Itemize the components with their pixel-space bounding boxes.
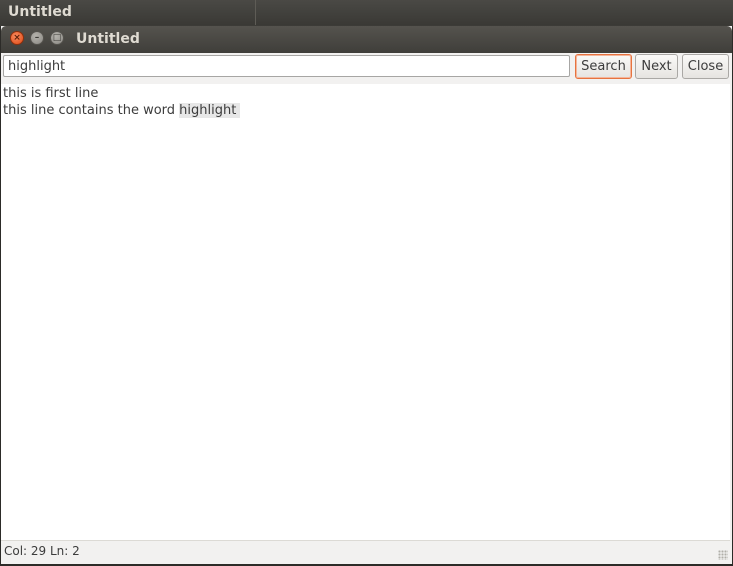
resize-grip-icon[interactable] xyxy=(718,550,728,560)
close-icon[interactable]: × xyxy=(10,31,24,45)
search-button[interactable]: Search xyxy=(575,54,632,79)
desktop-top-panel: Untitled xyxy=(0,0,733,25)
window-title: Untitled xyxy=(76,31,140,47)
window-titlebar[interactable]: × – □ Untitled xyxy=(1,26,732,53)
desktop-window-title: Untitled xyxy=(8,4,72,20)
status-bar: Col: 29 Ln: 2 xyxy=(1,540,730,562)
editor-window: × – □ Untitled Search Next Close this is… xyxy=(0,26,733,566)
search-input[interactable] xyxy=(3,55,570,77)
search-highlight: highlight xyxy=(179,103,241,118)
cursor-position-status: Col: 29 Ln: 2 xyxy=(4,544,80,558)
search-toolbar: Search Next Close xyxy=(1,53,732,84)
text-editor-area[interactable]: this is first line this line contains th… xyxy=(1,84,730,540)
text-line-2: this line contains the word highlight xyxy=(3,102,730,119)
close-search-button[interactable]: Close xyxy=(682,54,729,79)
text-line-1: this is first line xyxy=(3,86,99,101)
minimize-icon[interactable]: – xyxy=(30,31,44,45)
text-line-2-prefix: this line contains the word xyxy=(3,103,180,118)
panel-divider xyxy=(255,0,256,25)
next-button[interactable]: Next xyxy=(635,54,678,79)
maximize-icon[interactable]: □ xyxy=(50,31,64,45)
